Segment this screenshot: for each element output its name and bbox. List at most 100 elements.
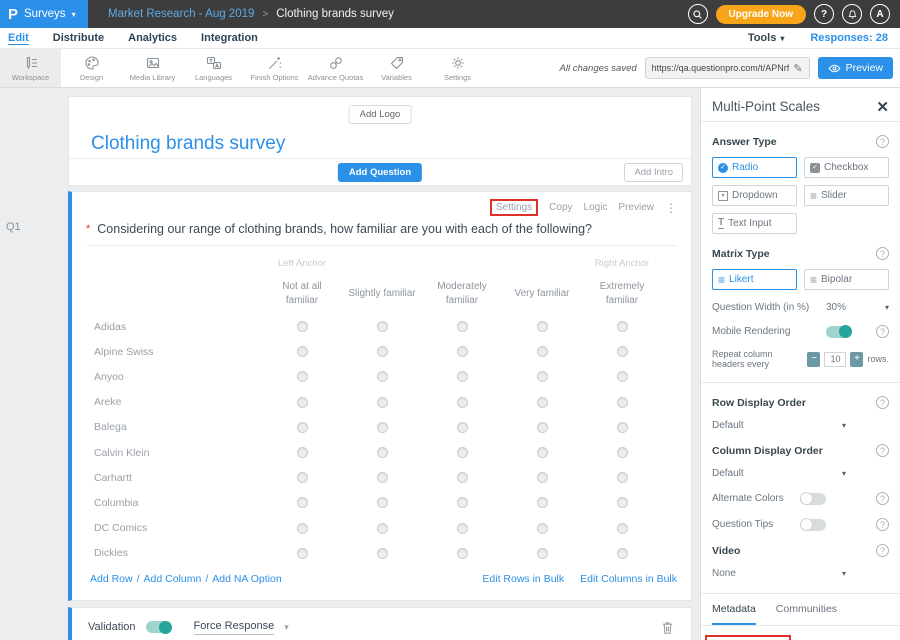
column-label[interactable]: Very familiar bbox=[506, 287, 578, 302]
validation-dropdown[interactable]: Force Response bbox=[194, 620, 275, 635]
tab-communities[interactable]: Communities bbox=[776, 603, 837, 625]
matrix-radio[interactable] bbox=[297, 447, 308, 458]
close-icon[interactable]: ✕ bbox=[876, 98, 889, 116]
matrix-radio[interactable] bbox=[457, 548, 468, 559]
question-action-logic[interactable]: Logic bbox=[584, 202, 608, 213]
upgrade-now-button[interactable]: Upgrade Now bbox=[716, 5, 806, 24]
column-label[interactable]: Not at all familiar bbox=[266, 280, 338, 309]
matrix-radio[interactable] bbox=[537, 422, 548, 433]
search-button[interactable] bbox=[688, 4, 708, 24]
help-icon[interactable]: ? bbox=[876, 544, 889, 557]
question-action-preview[interactable]: Preview bbox=[618, 202, 654, 213]
column-label[interactable]: Extremely familiar bbox=[586, 280, 658, 309]
matrix-radio[interactable] bbox=[377, 397, 388, 408]
add-logo-button[interactable]: Add Logo bbox=[349, 105, 412, 124]
matrix-radio[interactable] bbox=[457, 397, 468, 408]
nav-item-analytics[interactable]: Analytics bbox=[128, 32, 177, 44]
product-switcher[interactable]: Surveys bbox=[24, 8, 66, 20]
matrix-radio[interactable] bbox=[617, 523, 628, 534]
toolbar-item-media-library[interactable]: Media Library bbox=[122, 49, 183, 87]
matrix-radio[interactable] bbox=[457, 422, 468, 433]
matrix-radio[interactable] bbox=[377, 321, 388, 332]
link-add-na-option[interactable]: Add NA Option bbox=[212, 573, 281, 585]
matrix-radio[interactable] bbox=[537, 321, 548, 332]
logo-section[interactable]: P Surveys ▾ bbox=[0, 0, 88, 28]
link-add-column[interactable]: Add Column bbox=[144, 573, 202, 585]
matrix-row-label[interactable]: Carhartt bbox=[90, 472, 262, 484]
tab-metadata[interactable]: Metadata bbox=[712, 603, 756, 625]
matrix-radio[interactable] bbox=[297, 472, 308, 483]
plus-stepper-button[interactable]: + bbox=[850, 352, 863, 367]
matrix-radio[interactable] bbox=[457, 321, 468, 332]
help-icon[interactable]: ? bbox=[876, 247, 889, 260]
matrix-radio[interactable] bbox=[377, 422, 388, 433]
matrix-radio[interactable] bbox=[377, 548, 388, 559]
matrix-row-label[interactable]: Columbia bbox=[90, 497, 262, 509]
option-dropdown[interactable]: ▾Dropdown bbox=[712, 185, 797, 206]
column-label[interactable]: Slightly familiar bbox=[346, 287, 418, 302]
matrix-row-label[interactable]: Anyoo bbox=[90, 371, 262, 383]
matrix-row-label[interactable]: Alpine Swiss bbox=[90, 346, 262, 358]
toolbar-item-finish-options[interactable]: Finish Options bbox=[244, 49, 305, 87]
matrix-row-label[interactable]: Adidas bbox=[90, 321, 262, 333]
add-question-button[interactable]: Add Question bbox=[338, 163, 422, 182]
matrix-radio[interactable] bbox=[617, 371, 628, 382]
column-label[interactable]: Moderately familiar bbox=[426, 280, 498, 309]
matrix-radio[interactable] bbox=[457, 523, 468, 534]
question-text[interactable]: Considering our range of clothing brands… bbox=[97, 222, 592, 236]
help-icon[interactable]: ? bbox=[876, 518, 889, 531]
matrix-radio[interactable] bbox=[297, 548, 308, 559]
question-action-settings[interactable]: Settings bbox=[490, 199, 538, 216]
add-intro-button[interactable]: Add Intro bbox=[624, 163, 683, 182]
matrix-radio[interactable] bbox=[617, 422, 628, 433]
help-icon[interactable]: ? bbox=[876, 135, 889, 148]
delete-question-button[interactable] bbox=[660, 620, 675, 635]
help-button[interactable]: ? bbox=[814, 4, 834, 24]
matrix-radio[interactable] bbox=[457, 472, 468, 483]
link-edit-rows-in-bulk[interactable]: Edit Rows in Bulk bbox=[482, 573, 564, 585]
matrix-radio[interactable] bbox=[377, 346, 388, 357]
question-tips-toggle[interactable] bbox=[800, 519, 826, 531]
option-likert[interactable]: ≡Likert bbox=[712, 269, 797, 290]
matrix-radio[interactable] bbox=[617, 321, 628, 332]
matrix-radio[interactable] bbox=[617, 548, 628, 559]
video-select[interactable]: None ▾ bbox=[712, 568, 846, 579]
nav-item-distribute[interactable]: Distribute bbox=[53, 32, 104, 44]
validation-toggle[interactable] bbox=[146, 621, 172, 633]
matrix-radio[interactable] bbox=[457, 346, 468, 357]
matrix-radio[interactable] bbox=[377, 447, 388, 458]
matrix-radio[interactable] bbox=[617, 346, 628, 357]
matrix-radio[interactable] bbox=[377, 497, 388, 508]
help-icon[interactable]: ? bbox=[876, 325, 889, 338]
avatar[interactable]: A bbox=[870, 4, 890, 24]
matrix-radio[interactable] bbox=[297, 346, 308, 357]
toolbar-item-design[interactable]: Design bbox=[61, 49, 122, 87]
chevron-down-icon[interactable]: ▾ bbox=[885, 303, 889, 312]
matrix-row-label[interactable]: Balega bbox=[90, 421, 262, 433]
matrix-radio[interactable] bbox=[537, 371, 548, 382]
link-add-row[interactable]: Add Row bbox=[90, 573, 133, 585]
matrix-radio[interactable] bbox=[377, 523, 388, 534]
matrix-radio[interactable] bbox=[617, 472, 628, 483]
preview-button[interactable]: Preview bbox=[818, 57, 893, 79]
responses-count[interactable]: Responses: 28 bbox=[810, 32, 888, 44]
mobile-rendering-toggle[interactable] bbox=[826, 326, 852, 338]
matrix-row-label[interactable]: DC Comics bbox=[90, 522, 262, 534]
link-edit-columns-in-bulk[interactable]: Edit Columns in Bulk bbox=[580, 573, 677, 585]
toolbar-item-advance-quotas[interactable]: Advance Quotas bbox=[305, 49, 366, 87]
repeat-rows-input[interactable]: 10 bbox=[824, 352, 846, 367]
matrix-radio[interactable] bbox=[457, 447, 468, 458]
option-bipolar[interactable]: ≡Bipolar bbox=[804, 269, 889, 290]
nav-item-integration[interactable]: Integration bbox=[201, 32, 258, 44]
toolbar-item-settings[interactable]: Settings bbox=[427, 49, 488, 87]
survey-title[interactable]: Clothing brands survey bbox=[91, 133, 285, 155]
kebab-menu-icon[interactable]: ⋮ bbox=[665, 201, 677, 215]
option-text-input[interactable]: TText Input bbox=[712, 213, 797, 234]
help-icon[interactable]: ? bbox=[876, 396, 889, 409]
minus-stepper-button[interactable]: − bbox=[807, 352, 820, 367]
toolbar-item-variables[interactable]: Variables bbox=[366, 49, 427, 87]
matrix-radio[interactable] bbox=[297, 371, 308, 382]
matrix-radio[interactable] bbox=[537, 523, 548, 534]
survey-url-field[interactable]: https://qa.questionpro.com/t/APNrfZfQ ✎ bbox=[645, 57, 810, 79]
matrix-radio[interactable] bbox=[297, 397, 308, 408]
